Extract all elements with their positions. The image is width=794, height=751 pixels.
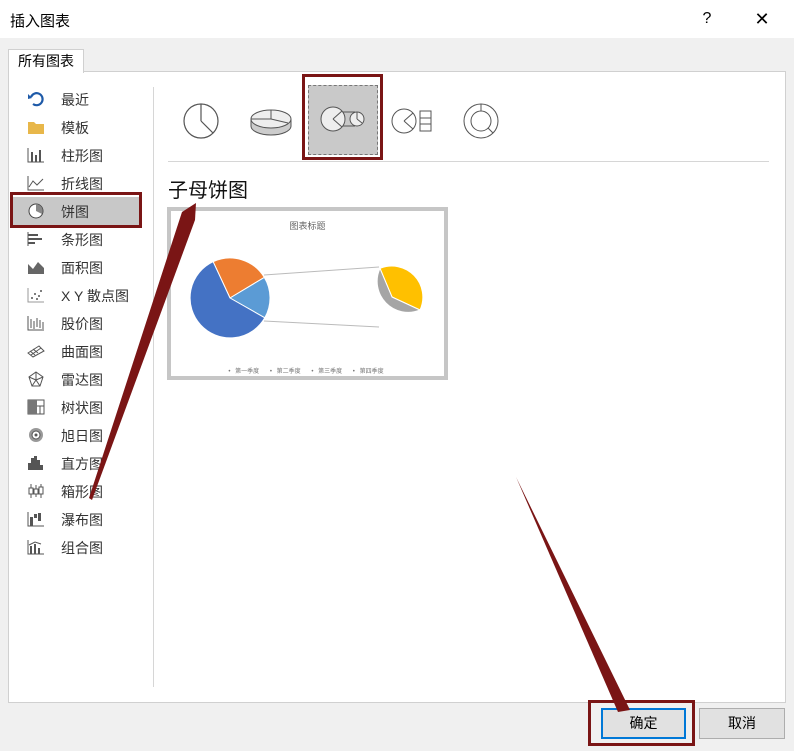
pie-of-pie-icon — [320, 106, 365, 132]
sidebar-item-area[interactable]: 面积图 — [10, 253, 140, 281]
sidebar-item-label: 旭日图 — [61, 428, 103, 444]
histogram-chart-icon — [28, 456, 43, 470]
bar-of-pie-icon — [391, 108, 432, 134]
recent-icon — [28, 92, 44, 107]
3d-pie-icon — [250, 109, 292, 136]
bar-chart-icon — [27, 232, 42, 246]
scatter-chart-icon — [27, 288, 44, 303]
sidebar-item-label: 面积图 — [61, 260, 103, 276]
sidebar-item-histogram[interactable]: 直方图 — [10, 449, 140, 477]
combo-chart-icon — [27, 540, 44, 555]
sidebar-item-label: 组合图 — [61, 540, 103, 556]
cancel-button[interactable]: 取消 — [699, 708, 785, 739]
sidebar-item-label: 股价图 — [61, 316, 103, 332]
preview-legend: • 第一季度 • 第二季度 • 第三季度 • 第四季度 — [171, 366, 444, 375]
pie-icon — [183, 103, 219, 139]
sidebar-item-column[interactable]: 柱形图 — [10, 141, 140, 169]
sidebar-item-label: 折线图 — [61, 176, 103, 192]
title-bar: 插入图表 ? ✕ — [0, 0, 794, 38]
preview-chart-graphic — [189, 257, 424, 339]
legend-label: 第二季度 — [276, 369, 301, 375]
subtype-pie-of-pie[interactable] — [308, 85, 378, 155]
legend-label: 第三季度 — [318, 369, 343, 375]
sidebar-item-sunburst[interactable]: 旭日图 — [10, 421, 140, 449]
sidebar-item-scatter[interactable]: X Y 散点图 — [10, 281, 140, 309]
pie-chart-icon — [28, 203, 44, 219]
sidebar-item-label: 直方图 — [61, 456, 103, 472]
sidebar-item-treemap[interactable]: 树状图 — [10, 393, 140, 421]
subtype-doughnut[interactable] — [446, 88, 516, 158]
subtype-separator — [168, 161, 769, 162]
subtype-title: 子母饼图 — [168, 180, 248, 202]
sidebar-item-label: 雷达图 — [61, 372, 103, 388]
line-chart-icon — [27, 176, 44, 191]
sidebar-item-bar[interactable]: 条形图 — [10, 225, 140, 253]
sidebar-item-combo[interactable]: 组合图 — [10, 533, 140, 561]
sidebar-item-label: 条形图 — [61, 232, 103, 248]
sidebar-item-box-whisker[interactable]: 箱形图 — [10, 477, 140, 505]
treemap-chart-icon — [27, 399, 45, 415]
sidebar-item-radar[interactable]: 雷达图 — [10, 365, 140, 393]
dialog-title: 插入图表 — [10, 13, 71, 30]
sidebar-item-pie[interactable]: 饼图 — [10, 197, 140, 225]
doughnut-icon — [463, 103, 499, 139]
close-button[interactable]: ✕ — [748, 6, 776, 32]
legend-item: • 第四季度 — [352, 369, 384, 375]
legend-label: 第四季度 — [359, 369, 384, 375]
sidebar-item-label: 树状图 — [61, 400, 103, 416]
sidebar-item-waterfall[interactable]: 瀑布图 — [10, 505, 140, 533]
subtype-3d-pie[interactable] — [236, 88, 306, 158]
folder-icon — [28, 122, 44, 134]
sidebar-item-label: 饼图 — [61, 204, 89, 220]
sidebar-item-recent[interactable]: 最近 — [10, 85, 140, 113]
sidebar-item-label: 箱形图 — [61, 484, 103, 500]
box-whisker-chart-icon — [28, 484, 44, 498]
waterfall-chart-icon — [27, 512, 44, 527]
sidebar-item-label: 瀑布图 — [61, 512, 103, 528]
sidebar-item-label: 模板 — [61, 120, 89, 136]
legend-label: 第一季度 — [235, 369, 260, 375]
sidebar-item-label: 曲面图 — [61, 344, 103, 360]
sidebar-item-label: X Y 散点图 — [61, 288, 129, 304]
tab-all-charts[interactable]: 所有图表 — [8, 49, 84, 73]
legend-item: • 第二季度 — [269, 369, 301, 375]
sidebar-item-label: 柱形图 — [61, 148, 103, 164]
connector-line-top — [263, 266, 380, 276]
chart-preview[interactable]: 图表标题 • 第一季度 • 第二季度 • 第三季度 • 第四季度 — [167, 207, 448, 380]
ok-button[interactable]: 确定 — [601, 708, 686, 739]
sunburst-chart-icon — [29, 428, 43, 442]
sidebar-item-label: 最近 — [61, 92, 89, 108]
sidebar-item-templates[interactable]: 模板 — [10, 113, 140, 141]
stock-chart-icon — [27, 316, 44, 331]
sidebar-item-line[interactable]: 折线图 — [10, 169, 140, 197]
legend-item: • 第三季度 — [311, 369, 343, 375]
sidebar-item-surface[interactable]: 曲面图 — [10, 337, 140, 365]
sidebar-divider — [153, 87, 154, 687]
surface-chart-icon — [27, 345, 45, 358]
radar-chart-icon — [28, 371, 44, 387]
help-button[interactable]: ? — [696, 6, 718, 32]
sidebar-item-stock[interactable]: 股价图 — [10, 309, 140, 337]
subtype-pie[interactable] — [166, 88, 236, 158]
legend-item: • 第一季度 — [228, 369, 260, 375]
column-chart-icon — [27, 148, 44, 163]
subtype-bar-of-pie[interactable] — [380, 88, 450, 158]
connector-line-bottom — [263, 320, 380, 328]
area-chart-icon — [28, 262, 44, 274]
